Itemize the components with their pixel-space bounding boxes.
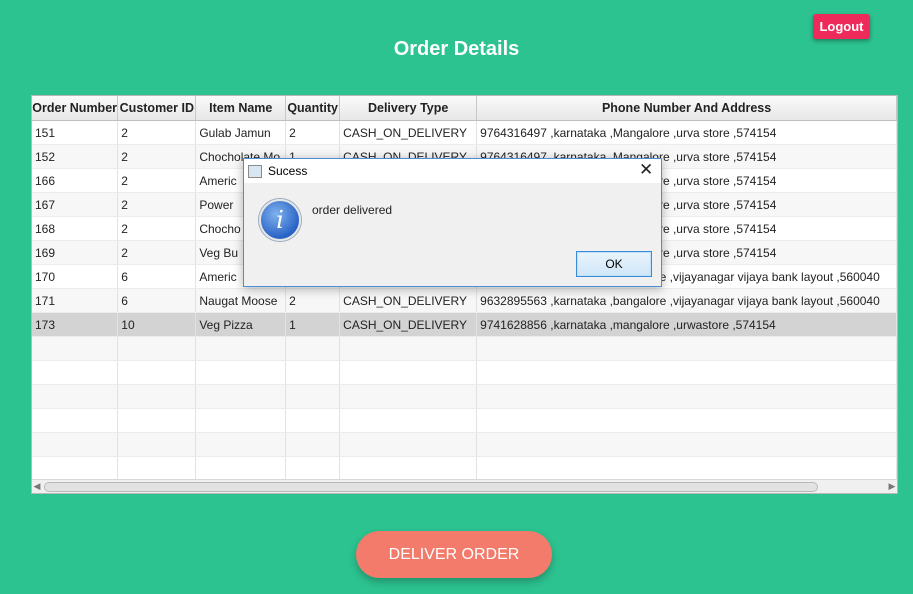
empty-table-row [32,408,897,433]
ok-button[interactable]: OK [576,251,652,277]
customer-id-cell: 2 [117,144,197,169]
empty-cell [476,384,897,409]
empty-cell [285,360,341,385]
empty-cell [117,360,197,385]
delivery-type-cell: CASH_ON_DELIVERY [339,288,478,313]
customer-id-cell: 2 [117,240,197,265]
scroll-right-icon[interactable]: ▶ [887,480,897,493]
order-number-cell: 152 [32,144,119,169]
delivery-type-cell: CASH_ON_DELIVERY [339,120,478,145]
column-header-delivery-type[interactable]: Delivery Type [339,96,478,121]
empty-cell [339,336,478,361]
empty-cell [339,408,478,433]
table-header-row: Order Number Customer ID Item Name Quant… [32,96,897,121]
empty-cell [195,336,287,361]
scrollbar-thumb[interactable] [44,482,818,492]
empty-table-row [32,456,897,481]
column-header-order-number[interactable]: Order Number [32,96,119,121]
column-header-customer-id[interactable]: Customer ID [117,96,197,121]
column-header-phone-address[interactable]: Phone Number And Address [476,96,897,121]
empty-cell [339,360,478,385]
empty-cell [339,432,478,457]
empty-cell [285,432,341,457]
empty-cell [117,336,197,361]
table-row[interactable]: 151 2 Gulab Jamun 2 CASH_ON_DELIVERY 97643164… [32,120,897,145]
empty-table-row [32,384,897,409]
empty-table-row [32,336,897,361]
dialog-titlebar[interactable]: Sucess ✕ [244,159,661,183]
empty-cell [476,408,897,433]
dialog-title: Sucess [268,164,308,178]
empty-cell [32,456,119,481]
info-icon: i [259,199,301,241]
customer-id-cell: 10 [117,312,197,337]
empty-cell [117,408,197,433]
item-name-cell: Naugat Moose [195,288,287,313]
customer-id-cell: 2 [117,120,197,145]
order-number-cell: 173 [32,312,119,337]
empty-cell [117,456,197,481]
empty-cell [285,384,341,409]
empty-cell [476,432,897,457]
item-name-cell: Gulab Jamun [195,120,287,145]
empty-cell [476,336,897,361]
empty-cell [117,432,197,457]
quantity-cell: 1 [285,312,341,337]
empty-table-row [32,432,897,457]
phone-address-cell: 9632895563 ,karnataka ,bangalore ,vijaya… [476,288,897,313]
order-number-cell: 167 [32,192,119,217]
empty-cell [32,384,119,409]
order-number-cell: 151 [32,120,119,145]
phone-address-cell: 9741628856 ,karnataka ,mangalore ,urwast… [476,312,897,337]
item-name-cell: Veg Pizza [195,312,287,337]
quantity-cell: 2 [285,288,341,313]
empty-cell [285,408,341,433]
empty-cell [195,456,287,481]
empty-cell [339,384,478,409]
table-row[interactable]: 173 10 Veg Pizza 1 CASH_ON_DELIVERY 974162885… [32,312,897,337]
order-number-cell: 168 [32,216,119,241]
column-header-quantity[interactable]: Quantity [285,96,341,121]
table-row[interactable]: 171 6 Naugat Moose 2 CASH_ON_DELIVERY 9632895… [32,288,897,313]
customer-id-cell: 2 [117,216,197,241]
dialog-message: order delivered [312,203,393,217]
window-icon [248,165,262,178]
empty-cell [476,360,897,385]
horizontal-scrollbar[interactable]: ◀ ▶ [32,479,897,493]
orders-table: Order Number Customer ID Item Name Quant… [31,95,898,494]
empty-cell [32,432,119,457]
empty-cell [117,384,197,409]
empty-cell [32,408,119,433]
logout-button[interactable]: Logout [813,14,870,39]
customer-id-cell: 6 [117,288,197,313]
customer-id-cell: 6 [117,264,197,289]
phone-address-cell: 9764316497 ,karnataka ,Mangalore ,urva s… [476,120,897,145]
page-title: Order Details [393,38,520,60]
order-number-cell: 169 [32,240,119,265]
deliver-order-button[interactable]: DELIVER ORDER [356,531,552,578]
customer-id-cell: 2 [117,168,197,193]
order-number-cell: 171 [32,288,119,313]
empty-cell [195,432,287,457]
empty-table-row [32,360,897,385]
empty-cell [285,336,341,361]
empty-cell [476,456,897,481]
empty-cell [32,336,119,361]
empty-cell [195,408,287,433]
quantity-cell: 2 [285,120,341,145]
column-header-item-name[interactable]: Item Name [195,96,287,121]
empty-cell [32,360,119,385]
close-icon[interactable]: ✕ [639,161,653,179]
success-dialog: Sucess ✕ i order delivered OK [243,158,662,287]
empty-cell [339,456,478,481]
order-number-cell: 166 [32,168,119,193]
order-number-cell: 170 [32,264,119,289]
customer-id-cell: 2 [117,192,197,217]
empty-cell [195,360,287,385]
scroll-left-icon[interactable]: ◀ [32,480,42,493]
empty-cell [285,456,341,481]
delivery-type-cell: CASH_ON_DELIVERY [339,312,478,337]
empty-cell [195,384,287,409]
